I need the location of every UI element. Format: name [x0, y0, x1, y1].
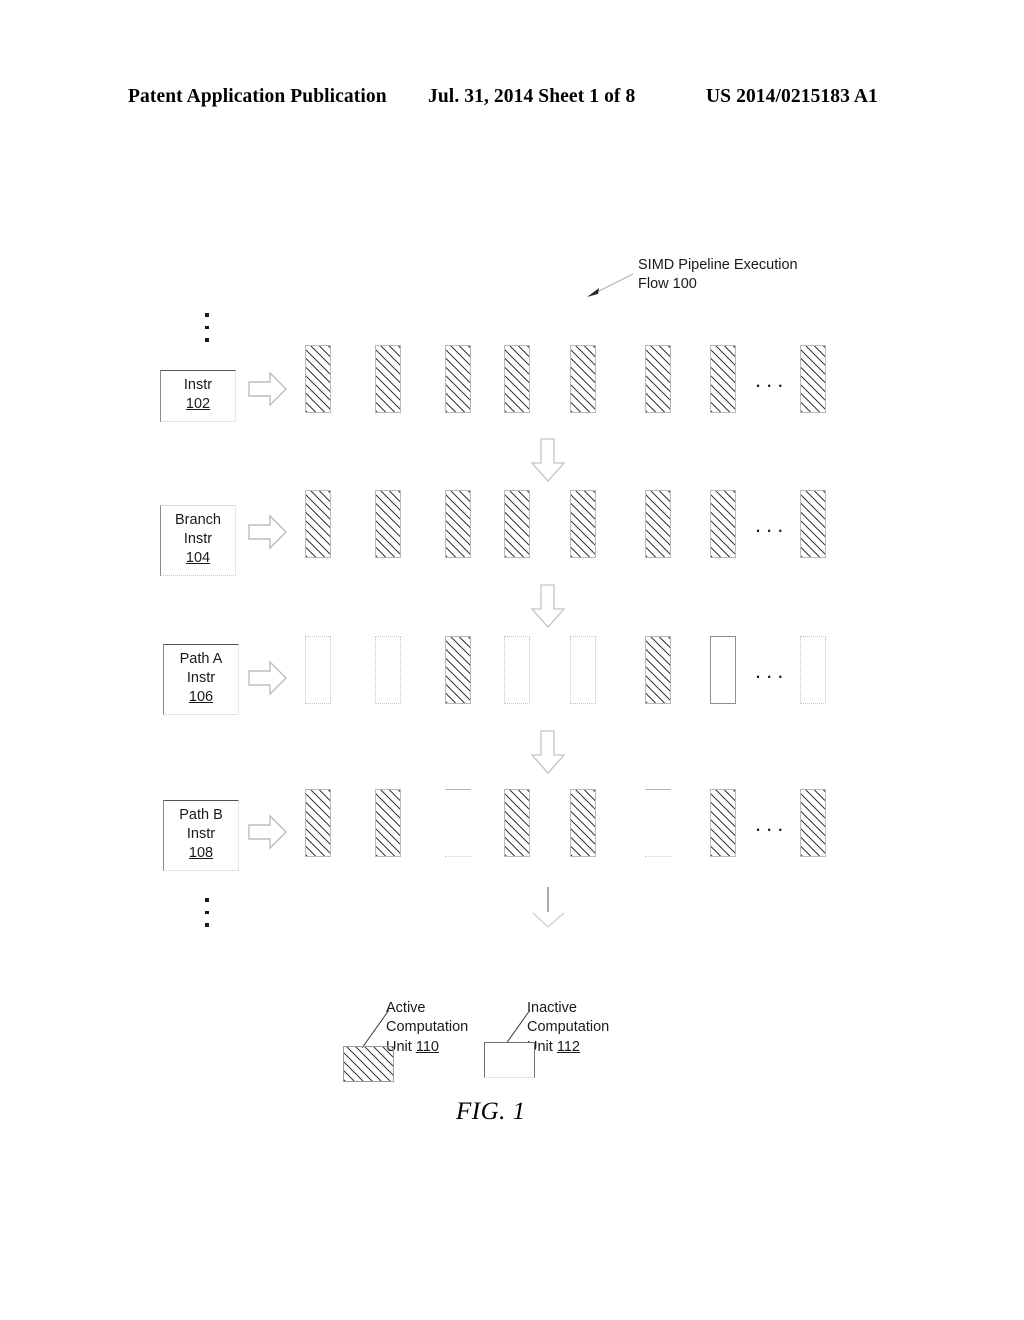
legend-active-number: 110 [415, 1038, 439, 1055]
row-reference-number: 106 [188, 689, 214, 705]
row-label-instr-102: Instr 102 [160, 370, 236, 422]
computation-unit [710, 490, 736, 558]
computation-unit [445, 636, 471, 704]
row-ellipsis: ... [755, 658, 789, 683]
computation-unit [710, 636, 736, 704]
vertical-ellipsis-bottom [205, 898, 215, 936]
legend-inactive-number: 112 [556, 1038, 580, 1055]
flow-arrow-path-b-instr-108 [248, 814, 287, 850]
flow-arrow-branch-instr-104 [248, 514, 287, 550]
flow-arrow-instr-102 [248, 371, 287, 407]
computation-unit [710, 789, 736, 857]
computation-unit [570, 490, 596, 558]
publication-type-label: Patent Application Publication [128, 86, 387, 107]
row-ellipsis: ... [755, 367, 789, 392]
row-reference-number: 108 [188, 845, 214, 861]
computation-unit [375, 345, 401, 413]
figure-caption: FIG. 1 [456, 1098, 526, 1125]
computation-unit [375, 490, 401, 558]
row-label-path-a-instr-106: Path A Instr 106 [163, 644, 239, 715]
computation-unit [375, 789, 401, 857]
row-label-text: Instr [183, 377, 213, 393]
flow-down-arrow-2 [530, 584, 566, 628]
computation-unit [570, 636, 596, 704]
row-reference-number: 104 [185, 550, 211, 566]
publication-number: US 2014/0215183 A1 [706, 86, 878, 107]
row-reference-number: 102 [185, 396, 211, 412]
row-ellipsis: ... [755, 512, 789, 537]
flow-down-arrow-3 [530, 730, 566, 774]
legend-label-inactive: Inactive Computation Unit 112 [527, 979, 609, 1057]
legend-label-active: Active Computation Unit 110 [386, 979, 468, 1057]
legend-leader-line-active [361, 1009, 390, 1049]
computation-unit [504, 345, 530, 413]
computation-unit [305, 636, 331, 704]
figure-callout-label: SIMD Pipeline Execution Flow 100 [638, 257, 798, 292]
page-header: Patent Application Publication Jul. 31, … [0, 86, 1024, 116]
row-ellipsis: ... [755, 811, 789, 836]
computation-unit [645, 636, 671, 704]
computation-unit [445, 345, 471, 413]
computation-unit [504, 636, 530, 704]
computation-unit [375, 636, 401, 704]
computation-unit [800, 789, 826, 857]
computation-unit [305, 490, 331, 558]
row-label-text: Path A Instr [179, 651, 223, 686]
row-label-text: Branch Instr [175, 512, 221, 547]
computation-unit [504, 789, 530, 857]
computation-unit [645, 490, 671, 558]
publication-date-sheet: Jul. 31, 2014 Sheet 1 of 8 [428, 86, 636, 107]
legend-swatch-inactive [484, 1042, 535, 1078]
row-label-branch-instr-104: Branch Instr 104 [160, 505, 236, 576]
computation-unit [645, 345, 671, 413]
computation-unit [800, 490, 826, 558]
computation-unit [570, 789, 596, 857]
computation-unit [305, 789, 331, 857]
computation-unit [445, 490, 471, 558]
computation-unit [645, 789, 671, 857]
callout-leader-line [587, 273, 634, 297]
row-label-text: Path B Instr [179, 807, 223, 842]
flow-arrow-path-a-instr-106 [248, 660, 287, 696]
computation-unit [800, 345, 826, 413]
flow-down-arrow-1 [530, 438, 566, 482]
legend-swatch-active [343, 1046, 394, 1082]
computation-unit [504, 490, 530, 558]
computation-unit [710, 345, 736, 413]
computation-unit [800, 636, 826, 704]
flow-down-arrow-4 [532, 887, 565, 928]
computation-unit [305, 345, 331, 413]
row-label-path-b-instr-108: Path B Instr 108 [163, 800, 239, 871]
vertical-ellipsis-top [205, 313, 215, 351]
computation-unit [570, 345, 596, 413]
computation-unit [445, 789, 471, 857]
